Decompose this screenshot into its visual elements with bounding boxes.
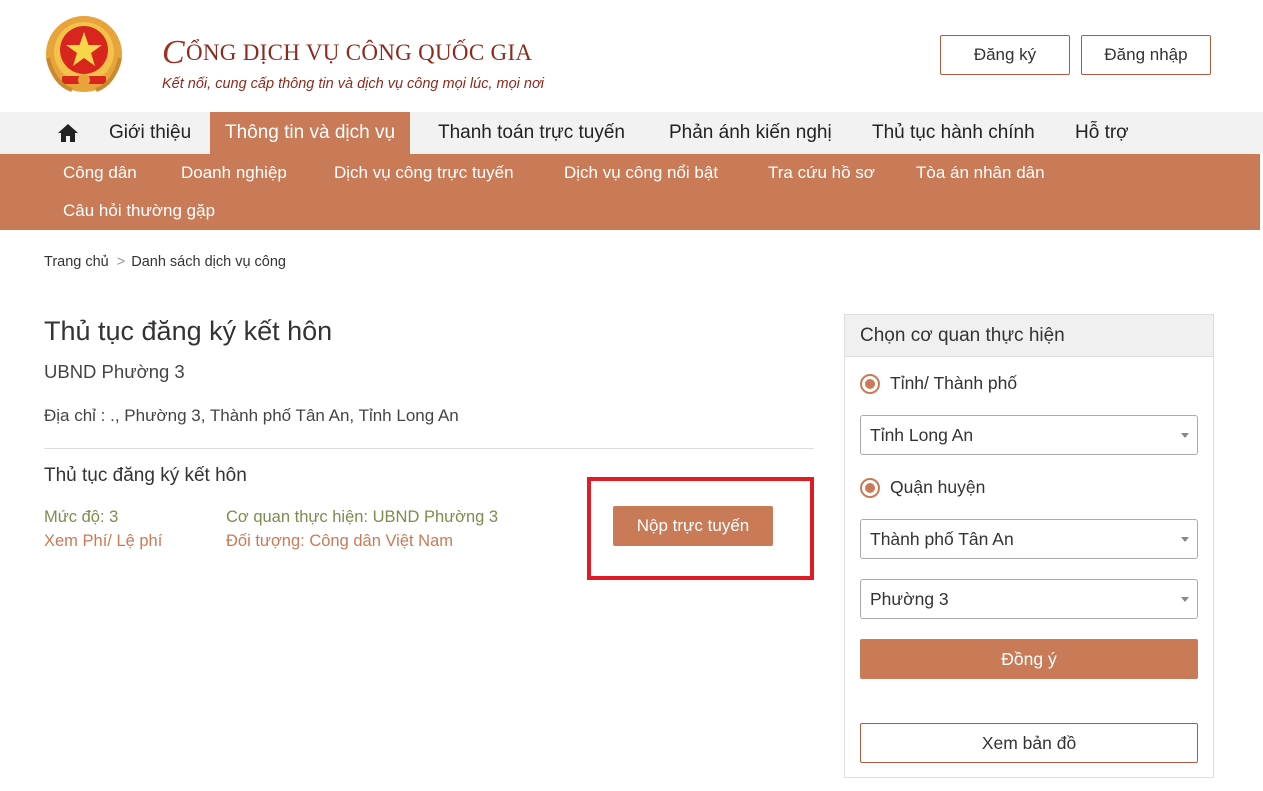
district-select[interactable]: Thành phố Tân An — [860, 519, 1198, 559]
ward-select-value: Phường 3 — [870, 588, 949, 609]
district-select-value: Thành phố Tân An — [870, 528, 1014, 549]
radio-province-label: Tỉnh/ Thành phố — [890, 373, 1018, 393]
nav-item-thu-tuc-hanh-chinh[interactable]: Thủ tục hành chính — [872, 112, 1035, 154]
sub-nav: Công dân Doanh nghiệp Dịch vụ công trực … — [0, 154, 1260, 230]
content-divider — [44, 448, 814, 449]
home-icon[interactable] — [57, 122, 79, 144]
portal-title-text: ỔNG DỊCH VỤ CÔNG QUỐC GIA — [185, 40, 533, 65]
breadcrumb-current: Danh sách dịch vụ công — [131, 254, 286, 270]
nav-item-ho-tro[interactable]: Hỗ trợ — [1075, 112, 1129, 154]
subnav-item-cau-hoi-thuong-gap[interactable]: Câu hỏi thường gặp — [63, 201, 215, 221]
radio-selected-icon[interactable] — [860, 477, 880, 498]
panel-heading: Chọn cơ quan thực hiện — [845, 315, 1213, 357]
procedure-subject: Đối tượng: Công dân Việt Nam — [226, 532, 454, 550]
breadcrumb-separator: > — [116, 254, 126, 270]
agree-button[interactable]: Đồng ý — [860, 639, 1198, 679]
fee-link[interactable]: Xem Phí/ Lệ phí — [44, 532, 162, 551]
page-title: Thủ tục đăng ký kết hôn — [44, 316, 333, 346]
chevron-down-icon — [1181, 433, 1189, 438]
ward-select[interactable]: Phường 3 — [860, 579, 1198, 619]
agency-name: UBND Phường 3 — [44, 361, 185, 382]
agency-selector-panel: Chọn cơ quan thực hiện Tỉnh/ Thành phố T… — [844, 314, 1214, 778]
subnav-item-cong-dan[interactable]: Công dân — [63, 163, 137, 183]
subnav-item-tra-cuu-ho-so[interactable]: Tra cứu hồ sơ — [768, 163, 875, 183]
main-nav: Giới thiệu Thông tin và dịch vụ Thanh to… — [0, 112, 1263, 154]
subnav-item-doanh-nghiep[interactable]: Doanh nghiệp — [181, 163, 287, 183]
register-button[interactable]: Đăng ký — [940, 35, 1070, 75]
radio-province[interactable]: Tỉnh/ Thành phố — [860, 373, 1017, 394]
portal-tagline: Kết nối, cung cấp thông tin và dịch vụ c… — [162, 76, 544, 92]
procedure-name[interactable]: Thủ tục đăng ký kết hôn — [44, 465, 247, 487]
portal-title-initial: C — [162, 34, 185, 71]
province-select-value: Tỉnh Long An — [870, 424, 974, 445]
breadcrumb: Trang chủ > Danh sách dịch vụ công — [44, 254, 286, 270]
national-emblem-icon[interactable] — [44, 14, 124, 96]
breadcrumb-home[interactable]: Trang chủ — [44, 254, 109, 270]
subnav-item-dich-vu-cong-truc-tuyen[interactable]: Dịch vụ công trực tuyến — [334, 163, 514, 183]
procedure-level: Mức độ: 3 — [44, 508, 119, 526]
view-map-button[interactable]: Xem bản đồ — [860, 723, 1198, 763]
agency-address: Địa chỉ : ., Phường 3, Thành phố Tân An,… — [44, 406, 459, 425]
chevron-down-icon — [1181, 537, 1189, 542]
radio-district-label: Quận huyện — [890, 477, 986, 497]
submit-online-button[interactable]: Nộp trực tuyến — [613, 506, 773, 546]
chevron-down-icon — [1181, 597, 1189, 602]
subnav-item-toa-an-nhan-dan[interactable]: Tòa án nhân dân — [916, 163, 1045, 183]
portal-title[interactable]: CỔNG DỊCH VỤ CÔNG QUỐC GIA — [162, 34, 532, 72]
nav-item-phan-anh-kien-nghi[interactable]: Phản ánh kiến nghị — [669, 112, 832, 154]
procedure-agency: Cơ quan thực hiện: UBND Phường 3 — [226, 508, 499, 526]
nav-item-thanh-toan-truc-tuyen[interactable]: Thanh toán trực tuyến — [438, 112, 625, 154]
subnav-item-dich-vu-cong-noi-bat[interactable]: Dịch vụ công nổi bật — [564, 163, 718, 183]
nav-item-gioi-thieu[interactable]: Giới thiệu — [109, 112, 191, 154]
radio-selected-icon[interactable] — [860, 373, 880, 394]
nav-item-thong-tin-va-dich-vu[interactable]: Thông tin và dịch vụ — [210, 112, 411, 154]
radio-district[interactable]: Quận huyện — [860, 477, 985, 498]
province-select[interactable]: Tỉnh Long An — [860, 415, 1198, 455]
login-button[interactable]: Đăng nhập — [1081, 35, 1211, 75]
site-header: CỔNG DỊCH VỤ CÔNG QUỐC GIA Kết nối, cung… — [0, 0, 1263, 112]
